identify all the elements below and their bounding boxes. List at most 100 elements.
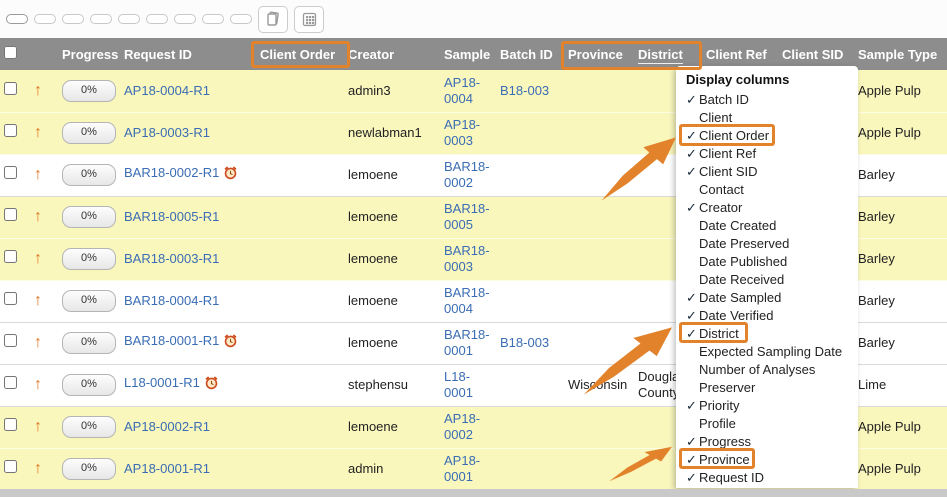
display-column-option-expected-sampling-date[interactable]: Expected Sampling Date xyxy=(686,343,858,361)
priority-cell: ↑ xyxy=(30,322,58,364)
sample-link[interactable]: BAR18-0003 xyxy=(444,243,490,274)
row-checkbox[interactable] xyxy=(4,250,17,263)
sample-cell: AP18-0004 xyxy=(440,70,496,112)
horizontal-scrollbar[interactable] xyxy=(0,489,947,497)
filter-tab-cancelled[interactable] xyxy=(202,14,224,24)
filter-tab-due[interactable] xyxy=(34,14,56,24)
row-checkbox[interactable] xyxy=(4,124,17,137)
progress-badge[interactable]: 0% xyxy=(62,248,116,270)
display-column-option-client[interactable]: Client xyxy=(686,109,858,127)
request-id-link[interactable]: BAR18-0004-R1 xyxy=(124,293,219,308)
progress-badge[interactable]: 0% xyxy=(62,80,116,102)
progress-badge[interactable]: 0% xyxy=(62,458,116,480)
batch-id-cell xyxy=(496,280,564,322)
request-id-link[interactable]: AP18-0003-R1 xyxy=(124,125,210,140)
province-cell xyxy=(564,280,634,322)
sample-link[interactable]: BAR18-0004 xyxy=(444,285,490,316)
display-column-option-batch-id[interactable]: ✓Batch ID xyxy=(686,91,858,109)
progress-badge[interactable]: 0% xyxy=(62,164,116,186)
progress-cell: 0% xyxy=(58,154,120,196)
row-checkbox[interactable] xyxy=(4,208,17,221)
column-header-progress[interactable]: Progress xyxy=(58,38,120,70)
sample-link[interactable]: AP18-0004 xyxy=(444,75,480,106)
filter-tab-unpublished[interactable] xyxy=(174,14,196,24)
request-id-cell: BAR18-0003-R1 xyxy=(120,238,256,280)
column-header-creator[interactable]: Creator xyxy=(344,38,440,70)
column-header-sample[interactable]: Sample xyxy=(440,38,496,70)
display-column-option-date-created[interactable]: Date Created xyxy=(686,217,858,235)
progress-badge[interactable]: 0% xyxy=(62,206,116,228)
filter-tab-verified[interactable] xyxy=(118,14,140,24)
progress-cell: 0% xyxy=(58,112,120,154)
display-column-option-date-verified[interactable]: ✓Date Verified xyxy=(686,307,858,325)
column-header-batch_id[interactable]: Batch ID xyxy=(496,38,564,70)
client-order-cell xyxy=(256,238,344,280)
display-column-option-profile[interactable]: Profile xyxy=(686,415,858,433)
display-column-option-priority[interactable]: ✓Priority xyxy=(686,397,858,415)
sample-type-cell: Apple Pulp xyxy=(854,406,947,448)
batch-id-link[interactable]: B18-003 xyxy=(500,335,549,350)
request-id-link[interactable]: BAR18-0002-R1 xyxy=(124,165,219,180)
request-id-link[interactable]: BAR18-0001-R1 xyxy=(124,333,219,348)
display-column-option-client-ref[interactable]: ✓Client Ref xyxy=(686,145,858,163)
row-checkbox[interactable] xyxy=(4,82,17,95)
column-header-request_id[interactable]: Request ID xyxy=(120,38,256,70)
display-column-option-creator[interactable]: ✓Creator xyxy=(686,199,858,217)
filter-tab-invalid[interactable] xyxy=(230,14,252,24)
sample-link[interactable]: L18-0001 xyxy=(444,369,473,400)
progress-badge[interactable]: 0% xyxy=(62,374,116,396)
filter-tab-to-be-verified[interactable] xyxy=(90,14,112,24)
column-header-province[interactable]: Province xyxy=(564,38,634,70)
sample-link[interactable]: AP18-0003 xyxy=(444,117,480,148)
print-copies-button[interactable] xyxy=(258,6,288,33)
request-id-link[interactable]: AP18-0002-R1 xyxy=(124,419,210,434)
display-column-option-province[interactable]: ✓Province xyxy=(686,451,858,469)
progress-badge[interactable]: 0% xyxy=(62,122,116,144)
display-column-option-date-published[interactable]: Date Published xyxy=(686,253,858,271)
filter-tab-active[interactable] xyxy=(6,14,28,24)
request-id-link[interactable]: BAR18-0005-R1 xyxy=(124,209,219,224)
column-header-client_order[interactable]: Client Order xyxy=(256,38,344,70)
sample-link[interactable]: BAR18-0002 xyxy=(444,159,490,190)
request-id-link[interactable]: BAR18-0003-R1 xyxy=(124,251,219,266)
select-all-checkbox[interactable] xyxy=(4,46,17,59)
display-column-option-request-id[interactable]: ✓Request ID xyxy=(686,469,858,487)
row-checkbox[interactable] xyxy=(4,292,17,305)
late-alarm-clock-icon xyxy=(223,165,238,184)
batch-id-cell xyxy=(496,196,564,238)
progress-badge[interactable]: 0% xyxy=(62,290,116,312)
row-checkbox[interactable] xyxy=(4,376,17,389)
display-column-option-preserver[interactable]: Preserver xyxy=(686,379,858,397)
display-column-option-client-order[interactable]: ✓Client Order xyxy=(686,127,858,145)
display-column-option-district[interactable]: ✓District xyxy=(686,325,858,343)
progress-badge[interactable]: 0% xyxy=(62,332,116,354)
request-id-cell: AP18-0003-R1 xyxy=(120,112,256,154)
progress-badge[interactable]: 0% xyxy=(62,416,116,438)
batch-id-link[interactable]: B18-003 xyxy=(500,83,549,98)
client-order-cell xyxy=(256,154,344,196)
row-checkbox[interactable] xyxy=(4,166,17,179)
request-id-link[interactable]: AP18-0004-R1 xyxy=(124,83,210,98)
sample-link[interactable]: AP18-0002 xyxy=(444,411,480,442)
filter-tab-received[interactable] xyxy=(62,14,84,24)
display-column-option-progress[interactable]: ✓Progress xyxy=(686,433,858,451)
column-header-sample_type[interactable]: Sample Type xyxy=(854,38,947,70)
display-column-option-client-sid[interactable]: ✓Client SID xyxy=(686,163,858,181)
sample-link[interactable]: AP18-0001 xyxy=(444,453,480,484)
display-column-option-date-sampled[interactable]: ✓Date Sampled xyxy=(686,289,858,307)
request-id-link[interactable]: L18-0001-R1 xyxy=(124,375,200,390)
row-checkbox[interactable] xyxy=(4,418,17,431)
sample-link[interactable]: BAR18-0005 xyxy=(444,201,490,232)
filter-tab-published[interactable] xyxy=(146,14,168,24)
display-column-option-date-received[interactable]: Date Received xyxy=(686,271,858,289)
display-column-option-number-of-analyses[interactable]: Number of Analyses xyxy=(686,361,858,379)
batch-id-cell xyxy=(496,238,564,280)
display-columns-button[interactable] xyxy=(294,6,324,33)
display-column-option-contact[interactable]: Contact xyxy=(686,181,858,199)
row-checkbox[interactable] xyxy=(4,460,17,473)
request-id-link[interactable]: AP18-0001-R1 xyxy=(124,461,210,476)
sample-link[interactable]: BAR18-0001 xyxy=(444,327,490,358)
creator-cell: lemoene xyxy=(344,280,440,322)
display-column-option-date-preserved[interactable]: Date Preserved xyxy=(686,235,858,253)
row-checkbox[interactable] xyxy=(4,334,17,347)
